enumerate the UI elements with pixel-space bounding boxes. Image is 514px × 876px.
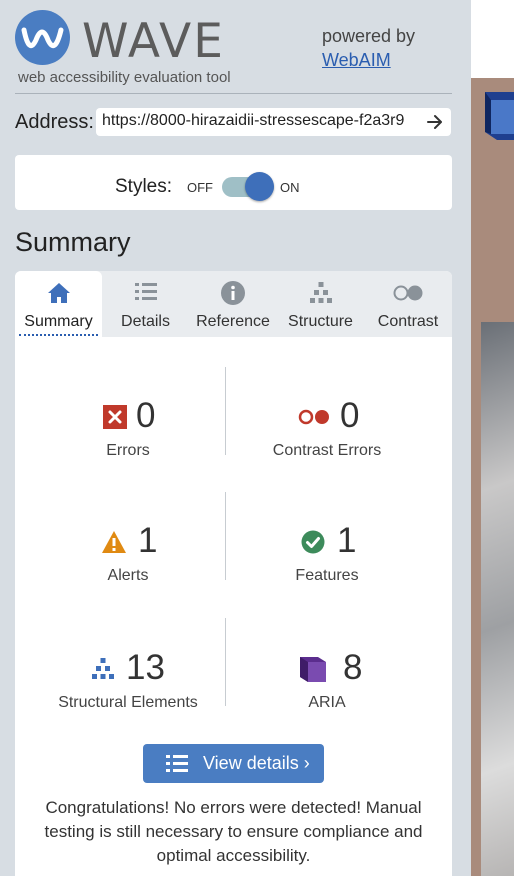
- aria-badge-icon[interactable]: [483, 88, 514, 140]
- error-icon: [103, 405, 127, 429]
- wave-logo-text: WAVE: [82, 14, 225, 69]
- aria-count: 8: [343, 648, 363, 687]
- tab-reference-label: Reference: [196, 313, 270, 330]
- styles-toggle-knob[interactable]: [245, 172, 274, 201]
- structural-elements-label: Structural Elements: [58, 694, 198, 711]
- alert-icon: [102, 531, 126, 553]
- summary-panel: Summary Details Reference Structure Cont…: [15, 271, 452, 876]
- address-value[interactable]: https://8000-hirazaidii-stressescape-f2a…: [102, 112, 420, 130]
- home-icon: [47, 283, 70, 303]
- toggle-on-label: ON: [280, 180, 300, 195]
- hierarchy-icon: [309, 282, 332, 303]
- page-preview: [471, 0, 514, 876]
- tab-structure[interactable]: Structure: [277, 271, 364, 337]
- errors-stat[interactable]: 0 Errors: [23, 392, 233, 472]
- header-divider: [15, 93, 452, 94]
- structural-elements-count: 13: [126, 648, 165, 687]
- alerts-count: 1: [138, 521, 158, 560]
- contrast-error-icon: [298, 409, 329, 425]
- aria-label: ARIA: [308, 694, 346, 711]
- wave-header: WAVE web accessibility evaluation tool p…: [15, 10, 455, 90]
- page-preview-image: [481, 322, 514, 876]
- contrast-errors-label: Contrast Errors: [272, 442, 382, 459]
- contrast-icon: [393, 285, 423, 301]
- wave-logo-icon: [15, 10, 70, 65]
- powered-by-text: powered by: [322, 26, 416, 46]
- features-label: Features: [295, 567, 359, 584]
- toggle-off-label: OFF: [187, 180, 213, 195]
- features-count: 1: [337, 521, 357, 560]
- alerts-stat[interactable]: 1 Alerts: [23, 517, 233, 597]
- active-tab-indicator: [19, 334, 98, 336]
- wave-tagline: web accessibility evaluation tool: [18, 69, 231, 86]
- address-label: Address:: [15, 111, 94, 133]
- aria-icon: [300, 657, 326, 682]
- list-icon: [134, 283, 157, 300]
- tab-contrast[interactable]: Contrast: [364, 271, 452, 337]
- view-details-button[interactable]: View details ›: [143, 744, 324, 783]
- arrow-right-icon[interactable]: [425, 111, 445, 133]
- address-field[interactable]: https://8000-hirazaidii-stressescape-f2a…: [96, 108, 451, 136]
- tab-contrast-label: Contrast: [377, 313, 439, 330]
- panel-tabs: Summary Details Reference Structure Cont…: [15, 271, 452, 337]
- structure-icon: [92, 658, 114, 679]
- features-stat[interactable]: 1 Features: [222, 517, 432, 597]
- feature-icon: [301, 530, 325, 554]
- tab-summary-label: Summary: [24, 313, 93, 330]
- info-icon: [221, 281, 245, 305]
- summary-heading: Summary: [15, 227, 131, 257]
- view-details-label: View details ›: [203, 753, 310, 773]
- tab-details-label: Details: [121, 313, 170, 330]
- webaim-link[interactable]: WebAIM: [322, 50, 391, 71]
- structural-elements-stat[interactable]: 13 Structural Elements: [23, 644, 233, 724]
- errors-label: Errors: [106, 442, 150, 459]
- errors-count: 0: [136, 396, 156, 435]
- styles-toggle-card: Styles: OFF ON: [15, 155, 452, 210]
- tab-summary[interactable]: Summary: [15, 271, 102, 337]
- congrats-message: Congratulations! No errors were detected…: [44, 798, 423, 865]
- contrast-errors-stat[interactable]: 0 Contrast Errors: [222, 392, 432, 472]
- tab-details[interactable]: Details: [102, 271, 189, 337]
- styles-label: Styles:: [115, 176, 173, 197]
- contrast-errors-count: 0: [340, 396, 360, 435]
- wave-sidebar: WAVE web accessibility evaluation tool p…: [0, 0, 471, 876]
- tab-structure-label: Structure: [288, 313, 353, 330]
- tab-reference[interactable]: Reference: [189, 271, 277, 337]
- aria-stat[interactable]: 8 ARIA: [222, 644, 432, 724]
- list-icon: [166, 755, 188, 772]
- alerts-label: Alerts: [107, 567, 149, 584]
